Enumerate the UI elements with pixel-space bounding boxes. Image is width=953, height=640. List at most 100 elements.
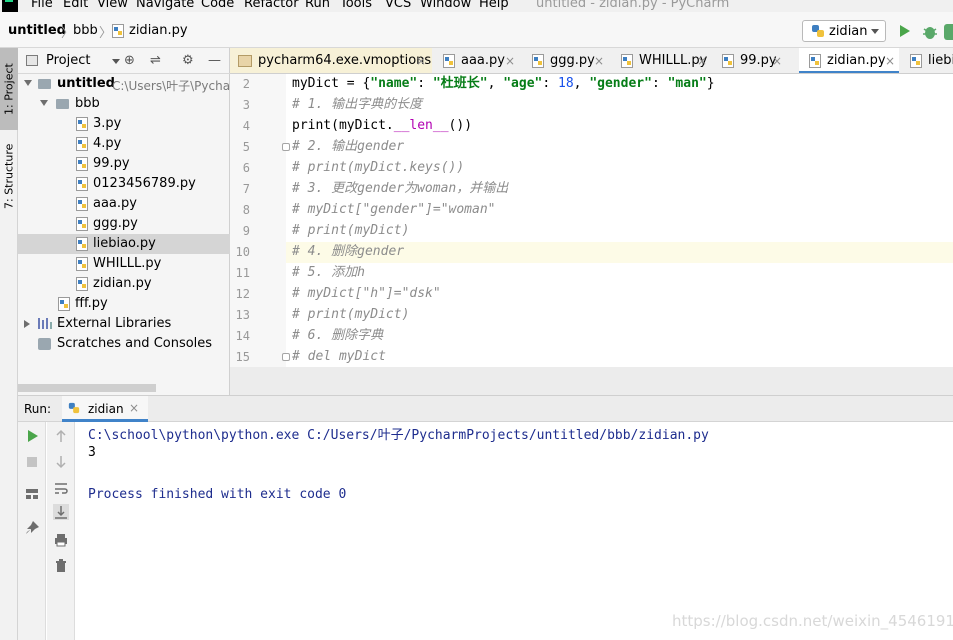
tree-item-file[interactable]: ggg.py — [18, 214, 230, 234]
expand-arrow-icon[interactable] — [40, 100, 48, 106]
expand-arrow-icon[interactable] — [24, 320, 30, 328]
editor-tab[interactable]: WHILLL.py × — [611, 48, 711, 73]
python-file-icon — [112, 24, 124, 38]
menu-help[interactable]: Help — [479, 0, 509, 12]
run-with-coverage-icon[interactable] — [944, 24, 953, 40]
run-configuration-select[interactable]: zidian — [802, 20, 886, 42]
soft-wrap-icon[interactable] — [53, 480, 69, 496]
editor-tab[interactable]: aaa.py × — [433, 48, 521, 73]
menu-edit[interactable]: Edit — [63, 0, 88, 12]
gear-icon[interactable]: ⚙ — [182, 53, 194, 69]
breadcrumb-file[interactable]: zidian.py — [129, 23, 188, 39]
editor-tab[interactable]: liebi — [900, 48, 953, 73]
close-icon[interactable]: × — [594, 48, 604, 73]
breadcrumb-folder[interactable]: bbb — [73, 23, 98, 39]
print-icon[interactable] — [53, 532, 69, 548]
tree-item-scratches[interactable]: Scratches and Consoles — [18, 334, 230, 354]
menu-navigate[interactable]: Navigate — [136, 0, 194, 12]
menu-view[interactable]: View — [97, 0, 128, 12]
fold-marker-icon[interactable] — [282, 353, 290, 361]
tool-tab-structure[interactable]: 7: Structure — [0, 136, 18, 216]
project-panel-header: Project ⊕ ⇌ ⚙ — — [18, 48, 230, 74]
code-line-13: # print(myDict) — [292, 307, 410, 322]
editor-tab-active[interactable]: zidian.py × — [799, 48, 899, 73]
arrow-up-icon[interactable] — [53, 428, 69, 444]
tree-item-root[interactable]: untitled C:\Users\叶子\Pycha — [18, 74, 230, 94]
hide-panel-icon[interactable]: — — [208, 53, 221, 69]
editor-gutter[interactable] — [230, 74, 286, 367]
console-exit-message: Process finished with exit code 0 — [88, 487, 347, 502]
line-number: 2 — [242, 77, 250, 91]
run-tab[interactable]: zidian × — [62, 396, 148, 422]
editor-tab-label: ggg.py — [550, 53, 595, 68]
run-configuration-label: zidian — [829, 24, 868, 39]
close-icon[interactable]: × — [505, 48, 515, 73]
editor-tab[interactable]: pycharm64.exe.vmoptions × — [230, 48, 432, 73]
run-console[interactable]: C:\school\python\python.exe C:/Users/叶子/… — [76, 422, 953, 640]
run-toolbar-secondary — [47, 422, 75, 640]
collapse-all-icon[interactable]: ⇌ — [150, 53, 161, 69]
rerun-icon[interactable] — [24, 428, 40, 444]
editor-tab[interactable]: 99.py × — [712, 48, 798, 73]
tree-item-file[interactable]: aaa.py — [18, 194, 230, 214]
close-icon[interactable]: × — [416, 48, 426, 73]
tree-item-file[interactable]: 0123456789.py — [18, 174, 230, 194]
tree-item-file[interactable]: 3.py — [18, 114, 230, 134]
menu-code[interactable]: Code — [201, 0, 234, 12]
project-view-select[interactable]: Project — [46, 53, 90, 69]
line-number: 6 — [242, 161, 250, 175]
chevron-down-icon[interactable] — [112, 59, 120, 64]
tree-item-label: untitled — [57, 76, 115, 91]
menu-file[interactable]: File — [31, 0, 53, 12]
code-line-7: # 3. 更改gender为woman，并输出 — [292, 181, 509, 196]
fold-marker-icon[interactable] — [282, 143, 290, 151]
code-token: ()) — [448, 118, 473, 133]
menu-tools[interactable]: Tools — [340, 0, 372, 12]
breadcrumb-project[interactable]: untitled — [8, 23, 66, 39]
tree-item-folder-bbb[interactable]: bbb — [18, 94, 230, 114]
tree-item-label: WHILLL.py — [93, 256, 162, 271]
stop-icon[interactable] — [24, 454, 40, 470]
code-line-9: # print(myDict) — [292, 223, 410, 238]
close-icon[interactable]: × — [772, 48, 782, 73]
close-icon[interactable]: × — [697, 48, 707, 73]
editor-tab-label: pycharm64.exe.vmoptions — [258, 53, 432, 68]
locate-file-icon[interactable]: ⊕ — [124, 53, 135, 69]
horizontal-scrollbar[interactable] — [18, 384, 156, 392]
tool-tab-project[interactable]: 1: Project — [0, 48, 18, 130]
code-editor[interactable]: 2 3 4 5 6 7 8 9 10 11 12 13 14 15 myDict = {"name": "… — [230, 74, 953, 367]
panel-divider[interactable] — [230, 367, 953, 395]
menu-vcs[interactable]: VCS — [385, 0, 411, 12]
expand-arrow-icon[interactable] — [24, 80, 32, 86]
line-number: 12 — [235, 287, 250, 301]
close-icon[interactable]: × — [129, 401, 139, 415]
tree-item-file[interactable]: zidian.py — [18, 274, 230, 294]
editor-tab[interactable]: ggg.py × — [522, 48, 610, 73]
scroll-to-end-icon[interactable] — [53, 504, 69, 520]
tree-item-file[interactable]: fff.py — [18, 294, 230, 314]
close-icon[interactable]: × — [885, 48, 895, 73]
arrow-down-icon[interactable] — [53, 454, 69, 470]
python-file-icon — [76, 117, 88, 131]
tree-item-file[interactable]: WHILLL.py — [18, 254, 230, 274]
menu-window[interactable]: Window — [420, 0, 471, 12]
run-icon[interactable] — [900, 25, 910, 37]
python-file-icon — [722, 54, 734, 68]
debug-icon[interactable] — [922, 24, 938, 40]
code-token: } — [706, 76, 715, 91]
code-line-14: # 6. 删除字典 — [292, 328, 384, 343]
menu-run[interactable]: Run — [305, 0, 330, 12]
pin-icon[interactable] — [24, 520, 40, 536]
tree-item-file[interactable]: liebiao.py — [18, 234, 230, 254]
tree-item-file[interactable]: 4.py — [18, 134, 230, 154]
layout-icon[interactable] — [24, 486, 40, 502]
tree-item-file[interactable]: 99.py — [18, 154, 230, 174]
folder-icon — [38, 79, 51, 89]
menu-refactor[interactable]: Refactor — [244, 0, 299, 12]
python-file-icon — [910, 54, 922, 68]
trash-icon[interactable] — [53, 558, 69, 574]
window-title: untitled - zidian.py - PyCharm — [536, 0, 730, 11]
tree-item-external-libraries[interactable]: External Libraries — [18, 314, 230, 334]
code-line-2: myDict = {"name": "杜班长", "age": 18, "gen… — [292, 74, 715, 94]
python-file-icon — [76, 197, 88, 211]
